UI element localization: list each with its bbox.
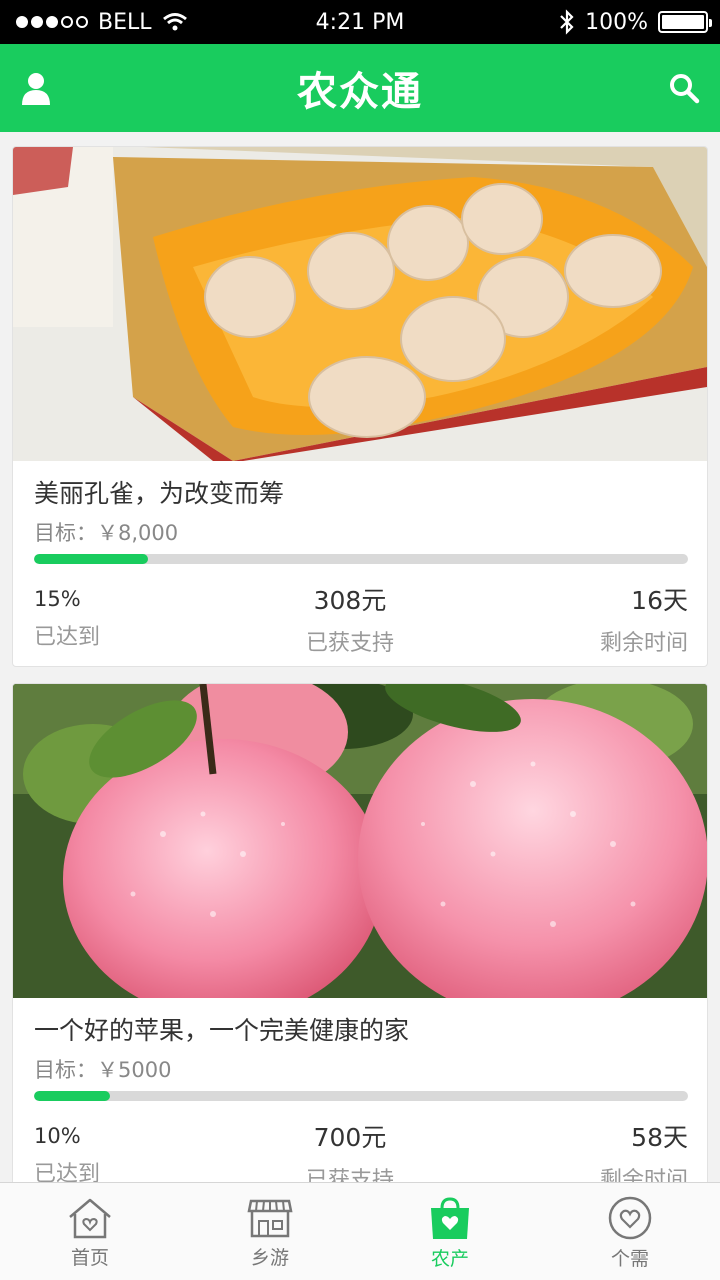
battery-icon bbox=[658, 11, 712, 33]
project-title[interactable]: 美丽孔雀，为改变而筹 bbox=[34, 474, 284, 510]
stat-percent: 10% 已达到 bbox=[34, 1118, 100, 1182]
project-image-apples bbox=[13, 684, 707, 998]
stat-raised-label: 已获支持 bbox=[305, 631, 394, 656]
stat-raised: 700元 已获支持 bbox=[306, 1118, 394, 1182]
stat-percent-value: 15% bbox=[34, 587, 81, 611]
progress-fill bbox=[34, 554, 148, 564]
profile-button[interactable] bbox=[14, 66, 58, 110]
tab-produce-label: 农产 bbox=[430, 1248, 469, 1270]
shopping-bag-icon bbox=[431, 1197, 469, 1239]
stat-percent-label: 已达到 bbox=[34, 625, 101, 650]
tab-travel[interactable]: 乡游 bbox=[180, 1183, 360, 1280]
store-icon bbox=[247, 1199, 293, 1238]
tab-needs-label: 个需 bbox=[610, 1248, 649, 1270]
project-title[interactable]: 一个好的苹果，一个完美健康的家 bbox=[34, 1011, 409, 1047]
stat-percent: 15% 已达到 bbox=[34, 581, 100, 657]
tab-produce[interactable]: 农产 bbox=[360, 1183, 540, 1280]
battery-percent: 100% bbox=[585, 9, 648, 35]
stat-percent-label: 已达到 bbox=[34, 1162, 101, 1182]
project-goal: 目标：￥5000 bbox=[34, 1058, 172, 1082]
stat-days: 58天 剩余时间 bbox=[600, 1118, 688, 1182]
progress-bar bbox=[34, 554, 688, 564]
stat-raised-value: 308元 bbox=[313, 586, 387, 615]
app-title: 农众通 bbox=[297, 69, 423, 115]
stat-raised-value: 700元 bbox=[313, 1123, 387, 1152]
stat-raised-label: 已获支持 bbox=[305, 1168, 394, 1182]
signal-strength-icon bbox=[16, 16, 88, 28]
wifi-icon bbox=[162, 13, 187, 31]
project-image-eggs bbox=[13, 147, 707, 461]
stat-days-label: 剩余时间 bbox=[599, 1168, 688, 1182]
stat-percent-value: 10% bbox=[34, 1124, 81, 1148]
home-icon bbox=[69, 1198, 111, 1239]
project-goal: 目标：￥8,000 bbox=[34, 521, 179, 545]
user-icon bbox=[22, 73, 50, 105]
status-right: 100% bbox=[559, 9, 712, 35]
project-stats: 10% 已达到 700元 已获支持 58天 剩余时间 bbox=[34, 1118, 688, 1182]
heart-icon bbox=[608, 1196, 652, 1240]
bluetooth-icon bbox=[560, 9, 574, 35]
stat-days-value: 58天 bbox=[631, 1123, 688, 1152]
project-card[interactable]: 美丽孔雀，为改变而筹 目标：￥8,000 15% 已达到 308元 已获支持 1… bbox=[12, 146, 708, 667]
stat-days-value: 16天 bbox=[631, 586, 688, 615]
search-button[interactable] bbox=[662, 66, 706, 110]
tab-bar: 首页 乡游 农产 个需 bbox=[0, 1182, 720, 1280]
tab-home-label: 首页 bbox=[70, 1247, 109, 1269]
app-header: 农众通 bbox=[0, 44, 720, 132]
status-bar: BELL 4:21 PM 100% bbox=[0, 0, 720, 44]
project-stats: 15% 已达到 308元 已获支持 16天 剩余时间 bbox=[34, 581, 688, 657]
search-icon bbox=[670, 74, 700, 104]
project-feed[interactable]: 美丽孔雀，为改变而筹 目标：￥8,000 15% 已达到 308元 已获支持 1… bbox=[0, 132, 720, 1182]
project-card[interactable]: 一个好的苹果，一个完美健康的家 目标：￥5000 10% 已达到 700元 已获… bbox=[12, 683, 708, 1182]
tab-home[interactable]: 首页 bbox=[0, 1183, 180, 1280]
stat-days-label: 剩余时间 bbox=[599, 631, 688, 656]
progress-bar bbox=[34, 1091, 688, 1101]
status-left: BELL bbox=[16, 10, 188, 35]
carrier-name: BELL bbox=[98, 9, 152, 35]
stat-days: 16天 剩余时间 bbox=[600, 581, 688, 657]
progress-fill bbox=[34, 1091, 110, 1101]
tab-needs[interactable]: 个需 bbox=[540, 1183, 720, 1280]
tab-travel-label: 乡游 bbox=[250, 1247, 289, 1269]
stat-raised: 308元 已获支持 bbox=[306, 581, 394, 657]
